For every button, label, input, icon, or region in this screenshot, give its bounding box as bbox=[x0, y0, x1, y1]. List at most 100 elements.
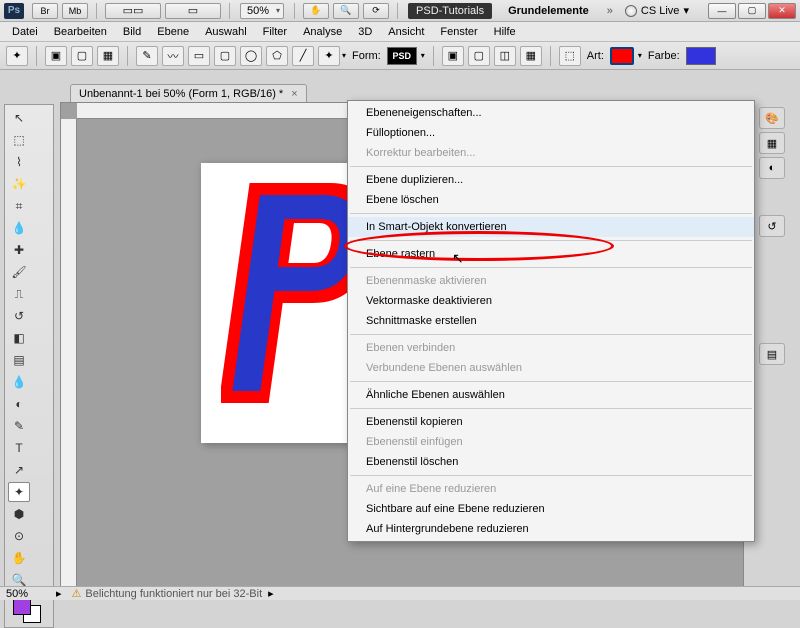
custom-shape-tool-icon[interactable]: ✦ bbox=[6, 46, 28, 66]
blur-tool[interactable]: 💧 bbox=[8, 372, 30, 392]
document-tab[interactable]: Unbenannt-1 bei 50% (Form 1, RGB/16) * × bbox=[70, 84, 307, 102]
color-panel-icon[interactable]: 🎨 bbox=[759, 107, 785, 129]
menu-korrektur: Korrektur bearbeiten... bbox=[348, 143, 754, 163]
menu-aehnliche-auswaehlen[interactable]: Ähnliche Ebenen auswählen bbox=[348, 385, 754, 405]
menu-filter[interactable]: Filter bbox=[255, 23, 295, 41]
style-swatch[interactable] bbox=[610, 47, 634, 65]
menu-ansicht[interactable]: Ansicht bbox=[380, 23, 432, 41]
pen-icon[interactable]: ✎ bbox=[136, 46, 158, 66]
wand-tool[interactable]: ✨ bbox=[8, 174, 30, 194]
stamp-tool[interactable]: ⎍ bbox=[8, 284, 30, 304]
3d-tool[interactable]: ⬢ bbox=[8, 504, 30, 524]
ellipse-icon[interactable]: ◯ bbox=[240, 46, 262, 66]
shape-layers-icon[interactable]: ▣ bbox=[45, 46, 67, 66]
shape-preset[interactable]: PSD bbox=[387, 47, 417, 65]
polygon-icon[interactable]: ⬠ bbox=[266, 46, 288, 66]
close-button[interactable]: ✕ bbox=[768, 3, 796, 19]
menu-ebene-rastern[interactable]: Ebene rastern bbox=[348, 244, 754, 264]
layers-panel-icon[interactable]: ▤ bbox=[759, 343, 785, 365]
rectangle-icon[interactable]: ▭ bbox=[188, 46, 210, 66]
close-tab-icon[interactable]: × bbox=[291, 88, 297, 100]
line-icon[interactable]: ╱ bbox=[292, 46, 314, 66]
zoom-tool-icon[interactable]: 🔍 bbox=[333, 3, 359, 19]
lasso-tool[interactable]: ⌇ bbox=[8, 152, 30, 172]
history-panel-icon[interactable]: ↺ bbox=[759, 215, 785, 237]
menu-ebenenstil-kopieren[interactable]: Ebenenstil kopieren bbox=[348, 412, 754, 432]
move-tool[interactable]: ↖ bbox=[8, 108, 30, 128]
workspace-psd-tutorials[interactable]: PSD-Tutorials bbox=[408, 3, 492, 19]
menu-ebeneneigenschaften[interactable]: Ebeneneigenschaften... bbox=[348, 103, 754, 123]
adjustments-panel-icon[interactable]: ◐ bbox=[759, 157, 785, 179]
maximize-button[interactable]: ▢ bbox=[738, 3, 766, 19]
bridge-button[interactable]: Br bbox=[32, 3, 58, 19]
eyedropper-tool[interactable]: 💧 bbox=[8, 218, 30, 238]
minimize-button[interactable]: — bbox=[708, 3, 736, 19]
style-icon[interactable]: ⬚ bbox=[559, 46, 581, 66]
menu-ebene-loeschen[interactable]: Ebene löschen bbox=[348, 190, 754, 210]
status-chevron-icon[interactable]: ▸ bbox=[56, 587, 62, 600]
menu-ebene-duplizieren[interactable]: Ebene duplizieren... bbox=[348, 170, 754, 190]
menu-bearbeiten[interactable]: Bearbeiten bbox=[46, 23, 115, 41]
menu-analyse[interactable]: Analyse bbox=[295, 23, 350, 41]
shape-tool[interactable]: ✦ bbox=[8, 482, 30, 502]
3d-camera-tool[interactable]: ⊙ bbox=[8, 526, 30, 546]
color-swatch[interactable] bbox=[686, 47, 716, 65]
fill-pixels-icon[interactable]: ▦ bbox=[97, 46, 119, 66]
rounded-rect-icon[interactable]: ▢ bbox=[214, 46, 236, 66]
status-chevron-icon[interactable]: ▸ bbox=[268, 587, 274, 600]
menu-ebenen-verbinden: Ebenen verbinden bbox=[348, 338, 754, 358]
hand-tool-icon[interactable]: ✋ bbox=[303, 3, 329, 19]
cs-live-button[interactable]: CS Live▾ bbox=[625, 4, 689, 17]
screen-mode-icon[interactable]: ▭ bbox=[165, 3, 221, 19]
type-tool[interactable]: T bbox=[8, 438, 30, 458]
pen-tool[interactable]: ✎ bbox=[8, 416, 30, 436]
menu-datei[interactable]: Datei bbox=[4, 23, 46, 41]
chevron-right-icon[interactable]: » bbox=[607, 5, 613, 17]
zoom-dropdown[interactable]: 50% bbox=[240, 3, 284, 19]
menu-smart-objekt-konvertieren[interactable]: In Smart-Objekt konvertieren bbox=[348, 217, 754, 237]
photoshop-icon[interactable]: Ps bbox=[4, 3, 24, 19]
healing-tool[interactable]: ✚ bbox=[8, 240, 30, 260]
swatches-panel-icon[interactable]: ▦ bbox=[759, 132, 785, 154]
custom-shape-icon[interactable]: ✦ bbox=[318, 46, 340, 66]
menu-schnittmaske[interactable]: Schnittmaske erstellen bbox=[348, 311, 754, 331]
menu-ebenenmaske-aktivieren: Ebenenmaske aktivieren bbox=[348, 271, 754, 291]
eraser-tool[interactable]: ◧ bbox=[8, 328, 30, 348]
menu-fenster[interactable]: Fenster bbox=[432, 23, 485, 41]
combine-subtract-icon[interactable]: ▢ bbox=[468, 46, 490, 66]
dodge-tool[interactable]: ◐ bbox=[8, 394, 30, 414]
form-label: Form: bbox=[352, 50, 381, 62]
statusbar: 50% ▸ Belichtung funktioniert nur bei 32… bbox=[0, 586, 800, 600]
menu-fuelloptionen[interactable]: Fülloptionen... bbox=[348, 123, 754, 143]
menu-sichtbare-reduzieren[interactable]: Sichtbare auf eine Ebene reduzieren bbox=[348, 499, 754, 519]
menu-3d[interactable]: 3D bbox=[350, 23, 380, 41]
status-zoom[interactable]: 50% bbox=[6, 588, 56, 600]
freeform-pen-icon[interactable]: 〰 bbox=[162, 46, 184, 66]
menu-verbundene-auswaehlen: Verbundene Ebenen auswählen bbox=[348, 358, 754, 378]
menu-ebene[interactable]: Ebene bbox=[149, 23, 197, 41]
hand-tool[interactable]: ✋ bbox=[8, 548, 30, 568]
brush-tool[interactable]: 🖌 bbox=[8, 262, 30, 282]
history-brush-tool[interactable]: ↺ bbox=[8, 306, 30, 326]
combine-intersect-icon[interactable]: ◫ bbox=[494, 46, 516, 66]
menu-ebenenstil-loeschen[interactable]: Ebenenstil löschen bbox=[348, 452, 754, 472]
rotate-view-icon[interactable]: ⟳ bbox=[363, 3, 389, 19]
ruler-vertical[interactable] bbox=[61, 119, 77, 599]
toolbox: ↖ ⬚ ⌇ ✨ ⌗ 💧 ✚ 🖌 ⎍ ↺ ◧ ▤ 💧 ◐ ✎ T ↗ ✦ ⬢ ⊙ … bbox=[4, 104, 54, 628]
minibridge-button[interactable]: Mb bbox=[62, 3, 88, 19]
combine-exclude-icon[interactable]: ▦ bbox=[520, 46, 542, 66]
menu-bild[interactable]: Bild bbox=[115, 23, 149, 41]
workspace-grundelemente[interactable]: Grundelemente bbox=[500, 3, 597, 19]
menu-auswahl[interactable]: Auswahl bbox=[197, 23, 255, 41]
gradient-tool[interactable]: ▤ bbox=[8, 350, 30, 370]
view-arrange-icon[interactable]: ▭▭ bbox=[105, 3, 161, 19]
marquee-tool[interactable]: ⬚ bbox=[8, 130, 30, 150]
crop-tool[interactable]: ⌗ bbox=[8, 196, 30, 216]
menu-vektormaske-deaktivieren[interactable]: Vektormaske deaktivieren bbox=[348, 291, 754, 311]
options-bar: ✦ ▣ ▢ ▦ ✎ 〰 ▭ ▢ ◯ ⬠ ╱ ✦ ▾ Form: PSD ▾ ▣ … bbox=[0, 42, 800, 70]
menu-hilfe[interactable]: Hilfe bbox=[486, 23, 524, 41]
path-select-tool[interactable]: ↗ bbox=[8, 460, 30, 480]
paths-icon[interactable]: ▢ bbox=[71, 46, 93, 66]
combine-add-icon[interactable]: ▣ bbox=[442, 46, 464, 66]
menu-hintergrund-reduzieren[interactable]: Auf Hintergrundebene reduzieren bbox=[348, 519, 754, 539]
